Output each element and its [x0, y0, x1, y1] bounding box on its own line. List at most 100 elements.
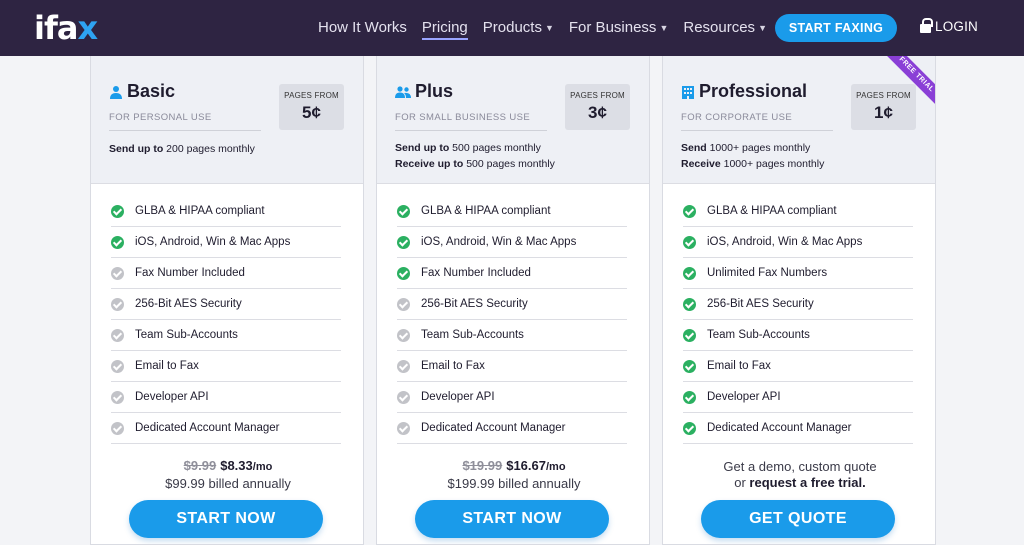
feature-label: Dedicated Account Manager: [421, 422, 566, 434]
plan-limits: Send up to 500 pages monthly Receive up …: [395, 140, 555, 172]
pages-from-label: PAGES FROM: [570, 91, 625, 100]
pages-from-price: 5¢: [302, 103, 321, 122]
plan-title: Basic: [109, 81, 175, 102]
check-circle-icon: [111, 204, 124, 218]
feature-row: Email to Fax: [111, 351, 341, 382]
feature-row: GLBA & HIPAA compliant: [683, 196, 913, 227]
feature-row: Team Sub-Accounts: [683, 320, 913, 351]
feature-row: Unlimited Fax Numbers: [683, 258, 913, 289]
send-limit-text: 1000+ pages monthly: [706, 142, 811, 154]
nav-pricing[interactable]: Pricing: [421, 16, 468, 40]
login-link[interactable]: LOGIN: [920, 18, 978, 34]
quote-line: Get a demo, custom quote: [723, 459, 877, 474]
nav-link-label: Pricing: [421, 19, 468, 36]
chevron-down-icon: ▼: [758, 23, 767, 33]
price-unit: /mo: [545, 461, 566, 473]
start-now-button[interactable]: START NOW: [129, 500, 323, 538]
check-circle-icon: [683, 297, 696, 311]
building-icon: [682, 85, 694, 99]
nav-link-label: Products: [482, 19, 542, 36]
feature-label: Developer API: [135, 391, 209, 403]
pages-from-price: 1¢: [874, 103, 893, 122]
feature-label: Team Sub-Accounts: [421, 329, 524, 341]
plan-subtitle: FOR PERSONAL USE: [109, 112, 261, 131]
plan-pricing: Get a demo, custom quote or request a fr…: [663, 459, 935, 491]
logo-text: ifa: [34, 9, 78, 47]
feature-row: GLBA & HIPAA compliant: [397, 196, 627, 227]
price-unit: /mo: [252, 461, 273, 473]
get-quote-button[interactable]: GET QUOTE: [701, 500, 895, 538]
pages-from-label: PAGES FROM: [284, 91, 339, 100]
plan-name: Basic: [127, 81, 176, 101]
feature-row: Email to Fax: [683, 351, 913, 382]
send-limit-bold: Send: [681, 142, 707, 154]
check-circle-icon: [683, 359, 696, 373]
lock-icon: [920, 18, 933, 33]
check-circle-disabled-icon: [111, 297, 124, 311]
check-circle-icon: [683, 421, 696, 435]
feature-row: Developer API: [683, 382, 913, 413]
plan-header: FREE TRIAL Professional FOR CORPORATE US…: [663, 56, 935, 184]
users-icon: [395, 85, 411, 98]
nav-how-it-works[interactable]: How It Works: [318, 18, 407, 38]
nav-products[interactable]: Products ▼: [483, 18, 554, 38]
feature-row: 256-Bit AES Security: [397, 289, 627, 320]
send-limit-text: 200 pages monthly: [163, 143, 255, 155]
check-circle-disabled-icon: [111, 328, 124, 342]
feature-list: GLBA & HIPAA compliant iOS, Android, Win …: [111, 196, 341, 444]
feature-label: Email to Fax: [135, 360, 199, 372]
start-now-button[interactable]: START NOW: [415, 500, 609, 538]
check-circle-disabled-icon: [397, 297, 410, 311]
top-nav: ifax How It Works Pricing Products ▼ For …: [0, 0, 1024, 56]
check-circle-disabled-icon: [111, 421, 124, 435]
feature-row: iOS, Android, Win & Mac Apps: [111, 227, 341, 258]
start-faxing-button[interactable]: START FAXING: [775, 14, 897, 42]
feature-label: Fax Number Included: [421, 267, 531, 279]
feature-row: Team Sub-Accounts: [397, 320, 627, 351]
feature-label: 256-Bit AES Security: [707, 298, 814, 310]
check-circle-disabled-icon: [397, 421, 410, 435]
pages-from-box: PAGES FROM 5¢: [279, 84, 344, 130]
feature-row: Developer API: [111, 382, 341, 413]
feature-row: iOS, Android, Win & Mac Apps: [397, 227, 627, 258]
pages-from-label: PAGES FROM: [856, 91, 911, 100]
nav-links: How It Works Pricing Products ▼ For Busin…: [318, 0, 782, 56]
check-circle-disabled-icon: [397, 390, 410, 404]
check-circle-disabled-icon: [397, 328, 410, 342]
nav-for-business[interactable]: For Business ▼: [569, 18, 668, 38]
plan-header: Basic FOR PERSONAL USE PAGES FROM 5¢ Sen…: [91, 56, 363, 184]
plan-name: Plus: [415, 81, 454, 101]
user-icon: [110, 85, 122, 99]
feature-label: Developer API: [421, 391, 495, 403]
feature-row: Email to Fax: [397, 351, 627, 382]
check-circle-icon: [683, 390, 696, 404]
feature-row: Team Sub-Accounts: [111, 320, 341, 351]
plan-name: Professional: [699, 81, 808, 101]
check-circle-disabled-icon: [397, 359, 410, 373]
receive-limit-bold: Receive: [681, 158, 721, 170]
feature-row: Developer API: [397, 382, 627, 413]
plan-pricing: $19.99 $16.67/mo $199.99 billed annually: [377, 458, 649, 492]
feature-row: Dedicated Account Manager: [683, 413, 913, 444]
feature-row: Dedicated Account Manager: [397, 413, 627, 444]
feature-label: Team Sub-Accounts: [707, 329, 810, 341]
pages-from-price: 3¢: [588, 103, 607, 122]
check-circle-disabled-icon: [111, 390, 124, 404]
nav-link-label: How It Works: [318, 19, 407, 36]
pages-from-box: PAGES FROM 1¢: [851, 84, 916, 130]
receive-limit-text: 500 pages monthly: [463, 158, 555, 170]
check-circle-icon: [397, 266, 410, 280]
feature-label: Fax Number Included: [135, 267, 245, 279]
new-price: $16.67: [506, 458, 546, 473]
old-price: $19.99: [462, 458, 503, 473]
plan-limits: Send 1000+ pages monthly Receive 1000+ p…: [681, 140, 824, 172]
ifax-logo[interactable]: ifax: [34, 9, 98, 47]
nav-link-label: Resources: [683, 19, 756, 36]
plan-card-professional: FREE TRIAL Professional FOR CORPORATE US…: [662, 56, 936, 545]
quote-prefix: or: [734, 475, 750, 490]
free-trial-link[interactable]: request a free trial.: [749, 475, 865, 490]
feature-label: iOS, Android, Win & Mac Apps: [421, 236, 577, 248]
billed-annually: $199.99 billed annually: [447, 476, 581, 491]
check-circle-icon: [111, 235, 124, 249]
nav-resources[interactable]: Resources ▼: [683, 18, 767, 38]
